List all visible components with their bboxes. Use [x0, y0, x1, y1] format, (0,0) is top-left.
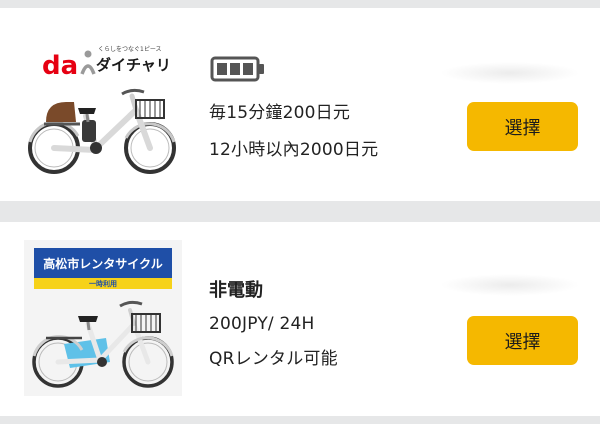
city-bike-illustration: [32, 300, 174, 388]
qr-rental-note: QRレンタル可能: [209, 349, 338, 369]
price-per-15-minutes: 毎15分鐘200日元: [209, 103, 351, 123]
daichari-bike-image: da くらしをつなぐ1ピース ダイチャリ: [24, 30, 182, 180]
price-12-hours: 12小時以內2000日元: [209, 140, 379, 160]
offer-card-daichari: da くらしをつなぐ1ピース ダイチャリ 毎15分鐘200日元 12小時以內20…: [0, 8, 600, 201]
select-button[interactable]: 選擇: [467, 102, 578, 151]
price-per-24-hours: 200JPY/ 24H: [209, 314, 315, 334]
battery-full-icon: [210, 56, 264, 82]
offer-card-takamatsu: 高松市レンタサイクル 一時利用 非電動 200JPY/ 24H QRレンタル可能…: [0, 222, 600, 416]
e-bike-illustration: [28, 88, 176, 174]
takamatsu-bike-image: 高松市レンタサイクル 一時利用: [24, 240, 182, 396]
select-button[interactable]: 選擇: [467, 316, 578, 365]
bike-type-label: 非電動: [209, 280, 263, 301]
blurred-distance: [440, 274, 580, 296]
blurred-distance: [440, 62, 580, 84]
